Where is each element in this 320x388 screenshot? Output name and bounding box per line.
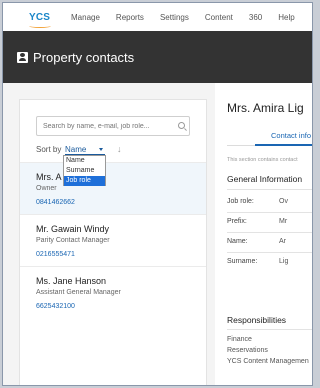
contact-phone[interactable]: 0216555471 bbox=[36, 251, 206, 258]
logo-swoosh-icon bbox=[29, 24, 51, 28]
sort-by-label: Sort by bbox=[36, 145, 62, 154]
sort-dropdown: Name Surname Job role bbox=[63, 155, 106, 186]
nav-content[interactable]: Content bbox=[205, 13, 233, 22]
field-label-job-role: Job role: bbox=[227, 198, 254, 205]
general-information-heading: General Information bbox=[227, 174, 303, 184]
contact-role: Owner bbox=[36, 185, 57, 192]
divider bbox=[227, 212, 312, 213]
main-content: Sort by Name ↓ Name Surname Job role Mrs… bbox=[3, 83, 312, 385]
contact-list-item[interactable]: Ms. Jane Hanson Assistant General Manage… bbox=[20, 266, 206, 318]
contact-card-icon bbox=[17, 51, 28, 63]
responsibility-item: YCS Content Managemen bbox=[227, 358, 309, 365]
contacts-list-panel: Sort by Name ↓ Name Surname Job role Mrs… bbox=[19, 99, 207, 385]
field-value-name: Ar bbox=[279, 238, 286, 245]
field-value-job-role: Ov bbox=[279, 198, 288, 205]
divider bbox=[227, 329, 312, 330]
search-icon[interactable] bbox=[178, 122, 185, 129]
tab-active-indicator bbox=[255, 144, 312, 146]
field-label-surname: Surname: bbox=[227, 258, 258, 265]
field-value-prefix: Mr bbox=[279, 218, 288, 225]
page-title: Property contacts bbox=[33, 49, 135, 65]
app-window: YCS Manage Reports Settings Content 360 … bbox=[2, 2, 313, 386]
sort-option-surname[interactable]: Surname bbox=[64, 166, 105, 176]
contact-list-item[interactable]: Mrs. A Owner 0841462662 bbox=[20, 162, 206, 214]
field-label-name: Name: bbox=[227, 238, 248, 245]
contact-name: Mr. Gawain Windy bbox=[36, 224, 110, 234]
responsibility-item: Reservations bbox=[227, 347, 268, 354]
divider bbox=[227, 232, 312, 233]
chevron-down-icon[interactable] bbox=[99, 148, 103, 151]
field-value-surname: Lig bbox=[279, 258, 289, 265]
sort-option-name[interactable]: Name bbox=[64, 156, 105, 166]
nav-360[interactable]: 360 bbox=[249, 13, 262, 22]
search-input[interactable] bbox=[36, 116, 190, 136]
top-navigation: YCS Manage Reports Settings Content 360 … bbox=[3, 3, 312, 31]
contact-detail-panel: Mrs. Amira Lig Contact info This section… bbox=[215, 83, 312, 385]
logo-text: YCS bbox=[29, 11, 51, 23]
detail-contact-name: Mrs. Amira Lig bbox=[227, 101, 304, 115]
contact-list-item[interactable]: Mr. Gawain Windy Parity Contact Manager … bbox=[20, 214, 206, 266]
divider bbox=[227, 252, 312, 253]
contact-phone[interactable]: 0841462662 bbox=[36, 199, 206, 206]
divider bbox=[227, 189, 312, 190]
nav-reports[interactable]: Reports bbox=[116, 13, 144, 22]
responsibilities-heading: Responsibilities bbox=[227, 315, 287, 325]
sort-direction-arrow-icon[interactable]: ↓ bbox=[117, 144, 122, 154]
responsibility-item: Finance bbox=[227, 336, 252, 343]
contact-name: Mrs. A bbox=[36, 172, 62, 182]
tab-contact-info[interactable]: Contact info bbox=[271, 131, 311, 140]
field-label-prefix: Prefix: bbox=[227, 218, 247, 225]
nav-manage[interactable]: Manage bbox=[71, 13, 100, 22]
contact-role: Assistant General Manager bbox=[36, 289, 121, 296]
ycs-logo[interactable]: YCS bbox=[29, 11, 57, 28]
contact-role: Parity Contact Manager bbox=[36, 237, 110, 244]
contact-phone[interactable]: 6625432100 bbox=[36, 303, 206, 310]
nav-help[interactable]: Help bbox=[278, 13, 294, 22]
nav-settings[interactable]: Settings bbox=[160, 13, 189, 22]
page-header: Property contacts bbox=[3, 31, 312, 83]
sort-option-job-role[interactable]: Job role bbox=[64, 176, 105, 186]
sort-selected-value: Name bbox=[65, 145, 87, 154]
contact-name: Ms. Jane Hanson bbox=[36, 276, 107, 286]
section-description: This section contains contact bbox=[227, 157, 298, 163]
